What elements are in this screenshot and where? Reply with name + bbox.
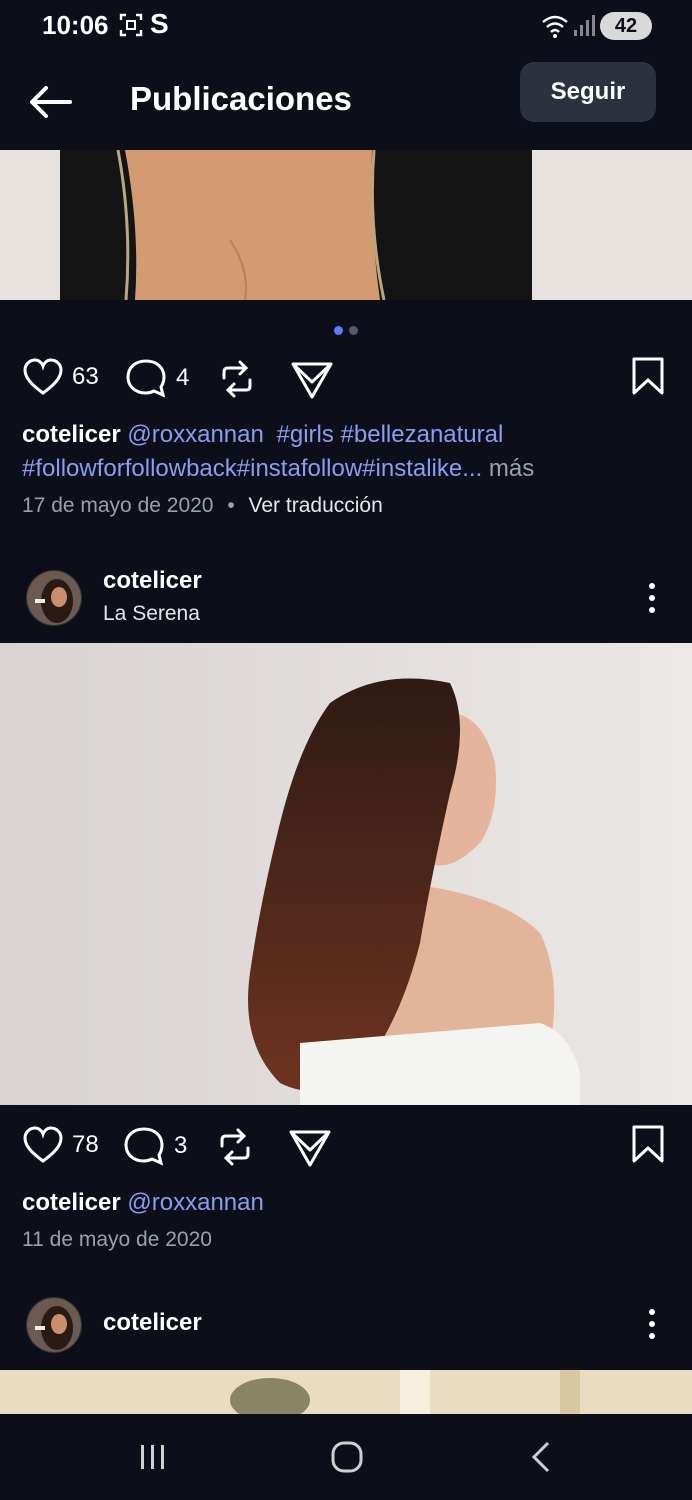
share-icon[interactable] bbox=[290, 360, 334, 400]
avatar[interactable] bbox=[26, 1297, 82, 1353]
more-options-icon[interactable] bbox=[642, 580, 662, 616]
caption-mention[interactable]: @roxxannan bbox=[127, 421, 263, 448]
more-options-icon[interactable] bbox=[642, 1306, 662, 1342]
post-photo bbox=[0, 643, 692, 1105]
carousel-dot bbox=[349, 326, 358, 335]
caption-hashtags[interactable]: #girls #bellezanatural bbox=[277, 421, 504, 448]
post-username[interactable]: cotelicer bbox=[103, 1309, 202, 1337]
carousel-indicator bbox=[334, 322, 364, 340]
carousel-dot-active bbox=[334, 326, 343, 335]
battery-icon: 42 bbox=[600, 12, 652, 40]
caption-username[interactable]: cotelicer bbox=[22, 421, 121, 448]
like-button[interactable]: 63 bbox=[22, 358, 99, 396]
comment-icon bbox=[124, 1127, 164, 1166]
post-date: 17 de mayo de 2020 bbox=[22, 494, 214, 517]
caption-hashtags[interactable]: #followforfollowback#instafollow#instali… bbox=[22, 455, 482, 482]
status-bar: 10:06 S 42 bbox=[0, 0, 692, 56]
post-image[interactable] bbox=[0, 1370, 692, 1414]
heart-icon bbox=[23, 1126, 63, 1163]
post-date-row: 17 de mayo de 2020 • Ver traducción bbox=[22, 494, 383, 518]
screenshot-icon bbox=[119, 13, 143, 37]
avatar[interactable] bbox=[26, 570, 82, 626]
avatar-photo bbox=[27, 571, 81, 625]
back-arrow-icon[interactable] bbox=[26, 82, 74, 122]
like-count: 63 bbox=[72, 363, 99, 390]
post-caption: cotelicer @roxxannan bbox=[22, 1186, 672, 1220]
status-time: 10:06 bbox=[42, 10, 109, 40]
bookmark-icon[interactable] bbox=[630, 1124, 666, 1164]
recent-apps-icon[interactable] bbox=[138, 1442, 168, 1472]
s-app-icon: S bbox=[150, 8, 169, 39]
post-location[interactable]: La Serena bbox=[103, 602, 200, 626]
post-image[interactable] bbox=[0, 643, 692, 1105]
system-back-icon[interactable] bbox=[528, 1440, 554, 1474]
comment-button[interactable]: 4 bbox=[124, 358, 189, 398]
signal-icon bbox=[574, 15, 595, 36]
caption-username[interactable]: cotelicer bbox=[22, 1189, 121, 1216]
comment-count: 3 bbox=[174, 1132, 188, 1159]
separator: • bbox=[227, 494, 235, 517]
comment-button[interactable]: 3 bbox=[122, 1126, 187, 1166]
page-title: Publicaciones bbox=[130, 80, 352, 117]
follow-button[interactable]: Seguir bbox=[520, 62, 656, 122]
share-icon[interactable] bbox=[288, 1128, 332, 1168]
wifi-icon bbox=[542, 15, 568, 38]
post-username[interactable]: cotelicer bbox=[103, 567, 202, 595]
home-icon[interactable] bbox=[330, 1440, 364, 1474]
post-date: 11 de mayo de 2020 bbox=[22, 1228, 212, 1251]
like-count: 78 bbox=[72, 1131, 99, 1158]
caption-mention[interactable]: @roxxannan bbox=[127, 1189, 263, 1216]
translate-link[interactable]: Ver traducción bbox=[249, 494, 383, 517]
comment-icon bbox=[126, 359, 166, 398]
avatar-photo bbox=[27, 1298, 81, 1352]
post-photo bbox=[0, 1370, 692, 1414]
repost-icon[interactable] bbox=[214, 1126, 256, 1168]
system-navigation-bar bbox=[0, 1414, 692, 1500]
more-link[interactable]: más bbox=[489, 455, 534, 482]
post-caption: cotelicer @roxxannan #girls #bellezanatu… bbox=[22, 418, 672, 486]
heart-icon bbox=[23, 358, 63, 395]
comment-count: 4 bbox=[176, 364, 190, 391]
like-button[interactable]: 78 bbox=[22, 1126, 99, 1164]
post-photo bbox=[0, 150, 692, 300]
bookmark-icon[interactable] bbox=[630, 356, 666, 396]
repost-icon[interactable] bbox=[216, 358, 258, 400]
post-image[interactable] bbox=[0, 150, 692, 300]
